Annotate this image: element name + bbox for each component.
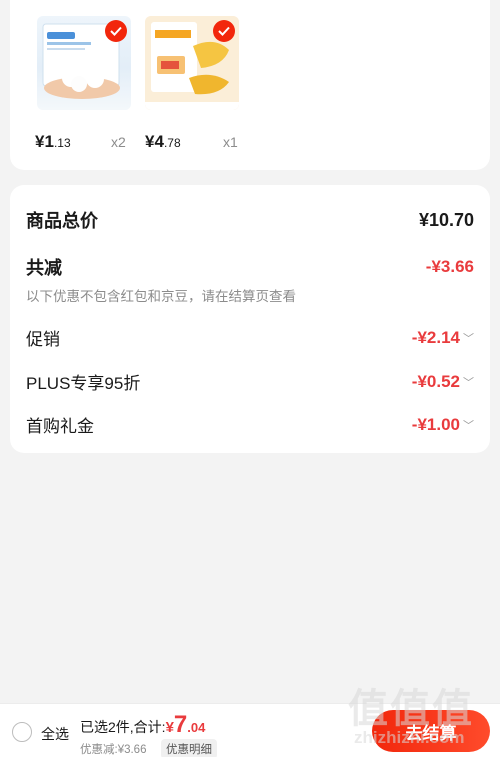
select-all-radio[interactable] (12, 722, 32, 742)
saved-amount: 优惠减:¥3.66 (80, 744, 147, 756)
plus-value-group: -¥0.52 ﹀ (412, 372, 474, 392)
product-price: ¥4.78 (145, 132, 181, 152)
selected-check-icon[interactable] (105, 20, 127, 42)
gift-value-group: -¥1.00 ﹀ (412, 415, 474, 435)
checkout-bar: 全选 已选2件,合计:¥7.04 优惠减:¥3.66 优惠明细 去结算 (0, 703, 500, 757)
selected-count-text: 已选2件,合计: (80, 719, 166, 735)
chevron-down-icon[interactable]: ﹀ (463, 330, 474, 346)
promo-label: 促销 (26, 330, 60, 349)
product-quantity: x2 (111, 134, 126, 150)
discount-detail-button[interactable]: 优惠明细 (161, 739, 217, 757)
total-amount-main: 7 (173, 711, 188, 738)
first-purchase-gift-row[interactable]: 首购礼金 -¥1.00 ﹀ (26, 412, 474, 437)
price-cents: .13 (53, 136, 71, 150)
first-purchase-gift-label: 首购礼金 (26, 417, 94, 436)
product-price: ¥1.13 (35, 132, 71, 152)
total-price-row: 商品总价 ¥10.70 (26, 207, 474, 233)
discount-note: 以下优惠不包含红包和京豆，请在结算页查看 (26, 289, 296, 304)
plus-discount-label: PLUS专享95折 (26, 374, 141, 393)
total-price-label: 商品总价 (26, 211, 98, 231)
product-thumbnail-cotton[interactable] (37, 16, 131, 110)
plus-discount-value: -¥0.52 (411, 371, 460, 391)
total-discount-row: 共减 -¥3.66 (26, 254, 474, 280)
first-purchase-gift-value: -¥1.00 (411, 414, 460, 434)
total-discount-label: 共减 (26, 258, 62, 278)
total-amount-cents: .04 (187, 720, 206, 735)
product-thumbnail-snack[interactable] (145, 16, 239, 110)
selected-products-card: ¥1.13 x2 ¥4.78 x1 (10, 0, 490, 170)
selected-total: 已选2件,合计:¥7.04 (80, 711, 205, 739)
selected-check-icon[interactable] (213, 20, 235, 42)
promo-row[interactable]: 促销 -¥2.14 ﹀ (26, 325, 474, 350)
price-main: 1 (44, 132, 54, 151)
product-quantity: x1 (223, 134, 238, 150)
chevron-down-icon[interactable]: ﹀ (463, 417, 474, 433)
price-main: 4 (154, 132, 164, 151)
plus-discount-row[interactable]: PLUS专享95折 -¥0.52 ﹀ (26, 369, 474, 394)
total-price-value: ¥10.70 (418, 209, 474, 230)
checkout-button[interactable]: 去结算 (372, 710, 490, 752)
chevron-down-icon[interactable]: ﹀ (463, 374, 474, 390)
total-currency: ¥ (165, 719, 174, 736)
price-summary-card: 商品总价 ¥10.70 共减 -¥3.66 以下优惠不包含红包和京豆，请在结算页… (10, 185, 490, 453)
select-all-label[interactable]: 全选 (41, 724, 69, 744)
total-discount-value: -¥3.66 (425, 257, 474, 276)
price-cents: .78 (163, 136, 181, 150)
promo-value-group: -¥2.14 ﹀ (412, 328, 474, 348)
promo-value: -¥2.14 (411, 327, 460, 347)
